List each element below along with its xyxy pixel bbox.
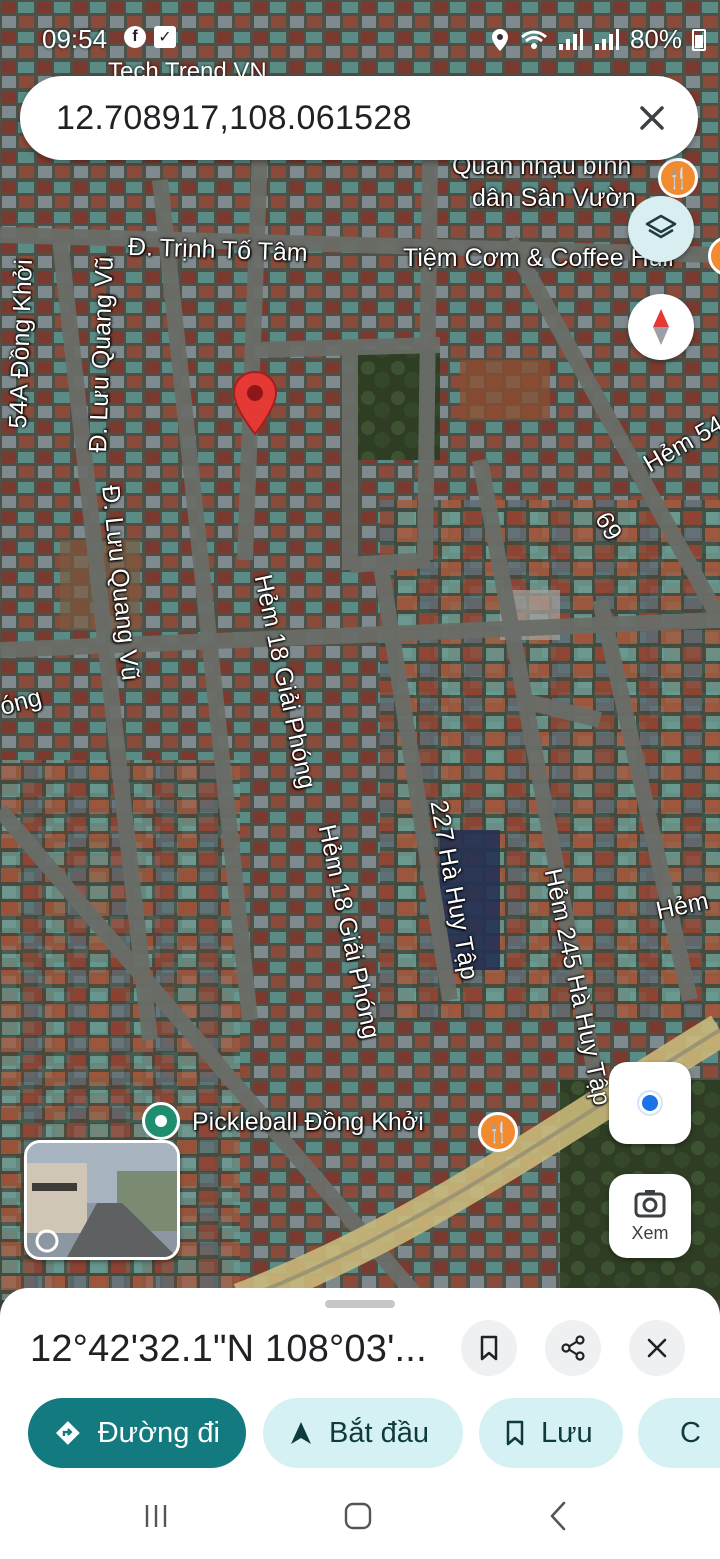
drag-handle[interactable] — [325, 1300, 395, 1308]
save-label: Lưu — [541, 1416, 593, 1449]
check-icon: ✓ — [154, 26, 176, 48]
share-icon — [561, 1335, 585, 1361]
battery-percent: 80% — [629, 24, 682, 54]
wifi-icon — [520, 30, 547, 49]
search-query[interactable]: 12.708917,108.061528 — [56, 99, 412, 138]
directions-button[interactable]: Đường đi — [28, 1398, 246, 1468]
lens-label: Xem — [631, 1222, 669, 1243]
share-button[interactable] — [545, 1320, 601, 1376]
restaurant-marker-icon[interactable]: 🍴 — [658, 158, 698, 198]
save-button[interactable]: Lưu — [479, 1398, 623, 1468]
compass-button[interactable] — [628, 294, 694, 360]
map-label-poi[interactable]: Tiệm Cơm & Coffee Huli — [403, 244, 674, 273]
compass-icon — [653, 309, 669, 345]
close-icon — [647, 1338, 667, 1358]
start-label: Bắt đầu — [329, 1416, 429, 1449]
navigation-arrow-icon — [291, 1422, 311, 1444]
recent-apps-icon[interactable] — [142, 1502, 170, 1530]
close-icon[interactable] — [632, 98, 672, 138]
my-location-icon — [639, 1092, 661, 1114]
location-pin-icon[interactable] — [231, 370, 279, 436]
restaurant-marker-icon[interactable]: 🍴 — [478, 1112, 518, 1152]
home-icon[interactable] — [342, 1500, 374, 1532]
search-bar[interactable]: 12.708917,108.061528 — [20, 76, 698, 160]
camera-lens-icon — [634, 1189, 666, 1217]
my-location-button[interactable] — [609, 1062, 691, 1144]
map-label-poi[interactable]: dân Sân Vườn — [472, 184, 636, 213]
layers-button[interactable] — [628, 196, 694, 262]
directions-label: Đường đi — [97, 1416, 220, 1449]
place-title: 12°42'32.1"N 108°03'... — [30, 1328, 427, 1370]
share-label: C — [680, 1416, 701, 1449]
status-time: 09:54 — [42, 24, 108, 54]
location-icon — [491, 28, 508, 51]
layers-icon — [645, 214, 677, 239]
bookmark-button[interactable] — [461, 1320, 517, 1376]
bookmark-icon — [480, 1335, 498, 1361]
bookmark-icon — [506, 1420, 524, 1446]
battery-icon — [692, 28, 706, 51]
signal-icon — [594, 28, 619, 50]
back-icon[interactable] — [546, 1500, 570, 1532]
map-label-street: 54A Đồng Khởi — [4, 258, 38, 429]
signal-icon — [558, 28, 583, 50]
map-label-poi[interactable]: Pickleball Đồng Khởi — [192, 1108, 424, 1137]
street-view-image — [27, 1143, 177, 1257]
facebook-icon: f — [124, 26, 146, 48]
system-nav-bar — [0, 1478, 720, 1559]
start-button[interactable]: Bắt đầu — [263, 1398, 463, 1468]
directions-icon — [55, 1421, 80, 1445]
lens-button[interactable]: Xem — [609, 1174, 691, 1258]
share-chip-button[interactable]: C — [638, 1398, 720, 1468]
close-sheet-button[interactable] — [629, 1320, 685, 1376]
map-label-street: Đ. Trịnh Tố Tâm — [127, 232, 309, 268]
street-view-thumbnail[interactable] — [24, 1140, 180, 1260]
poi-green-marker-icon[interactable] — [142, 1102, 180, 1140]
